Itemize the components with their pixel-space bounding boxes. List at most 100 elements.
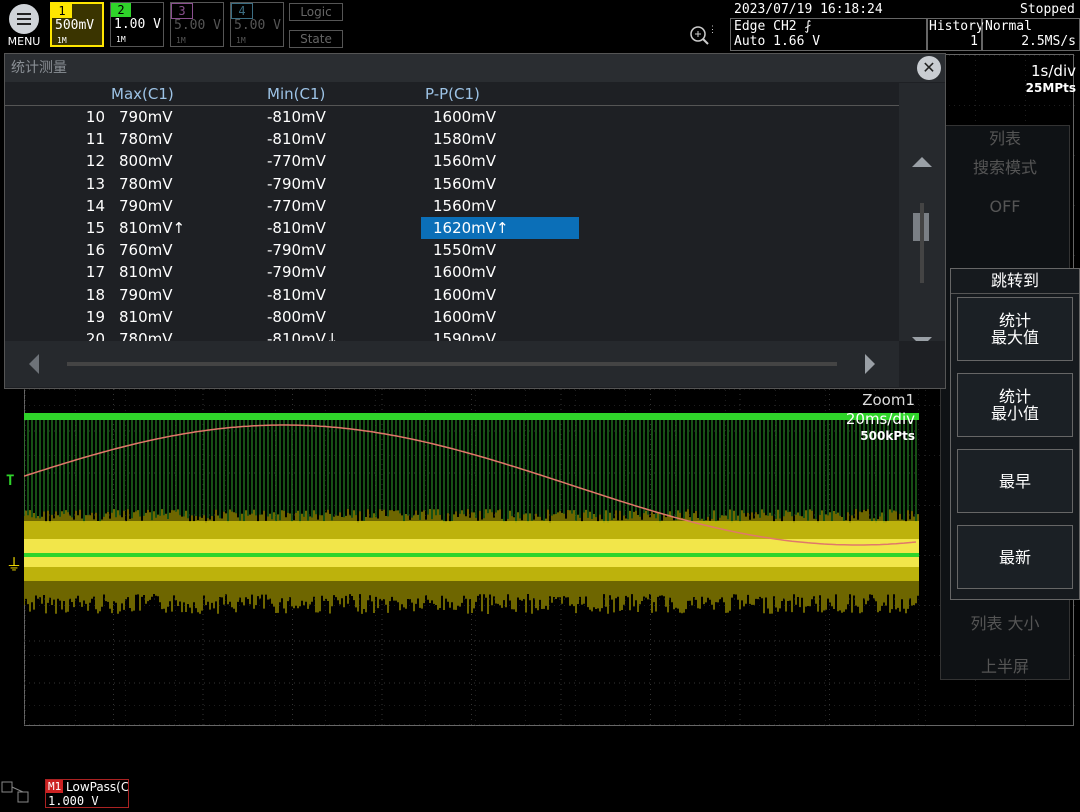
table-row[interactable]: 19 810mV -800mV 1600mV: [5, 306, 895, 328]
list-size-label[interactable]: 列表 大小: [940, 610, 1070, 634]
cell-pp: 1560mV: [433, 174, 497, 193]
cell-max: 800mV: [119, 152, 173, 171]
vertical-scrollbar[interactable]: [899, 83, 945, 347]
channel-3-scale: 5.00 V: [174, 18, 221, 33]
channel-2-baseline: [24, 553, 919, 557]
cell-min: -790mV: [267, 263, 326, 282]
trigger-level: Auto 1.66 V: [734, 34, 821, 49]
table-row[interactable]: 12 800mV -770mV 1560mV: [5, 150, 895, 172]
history-box[interactable]: History 1: [926, 18, 984, 51]
math-name: LowPass(C: [66, 780, 128, 794]
math-tag: M1: [46, 780, 64, 793]
jump-earliest-button[interactable]: 最早: [957, 449, 1073, 513]
channel-2-number: 2: [111, 3, 131, 17]
menu-icon: [9, 4, 39, 34]
cell-min: -810mV: [267, 285, 326, 304]
row-index: 12: [85, 152, 105, 171]
cell-pp: 1550mV: [433, 241, 497, 260]
table-row[interactable]: 13 780mV -790mV 1560mV: [5, 173, 895, 195]
zoom-timebase: 20ms/div: [845, 410, 915, 428]
zoom-magnifier-icon[interactable]: ⋮: [688, 22, 718, 48]
row-index: 10: [85, 108, 105, 126]
table-row[interactable]: 14 790mV -770mV 1560mV: [5, 195, 895, 217]
math-channel-button[interactable]: M1 LowPass(C 1.000 V: [45, 779, 129, 808]
cell-max: 780mV: [119, 130, 173, 149]
zoom-points: 500kPts: [860, 429, 915, 443]
menu-label: MENU: [7, 35, 41, 48]
channel-3-button[interactable]: 3 5.00 V 1M: [170, 2, 224, 47]
cell-pp: 1580mV: [433, 130, 497, 149]
timebase-scale: 1s/div: [1031, 62, 1076, 80]
menu-button[interactable]: MENU: [2, 2, 46, 48]
side-menu-list[interactable]: 列表: [940, 125, 1070, 149]
cell-max: 780mV: [119, 174, 173, 193]
channel-2-impedance: 1M: [116, 35, 126, 44]
network-icon: [0, 778, 38, 808]
acquisition-box[interactable]: Normal 2.5MS/s: [981, 18, 1080, 51]
cell-min: -810mV: [267, 130, 326, 149]
channel-4-scale: 5.00 V: [234, 18, 281, 33]
datetime: 2023/07/19 16:18:24: [734, 2, 883, 17]
row-index: 13: [85, 174, 105, 193]
cell-max: 760mV: [119, 241, 173, 260]
channel-1-trace: [24, 509, 919, 614]
cell-max: 810mV: [119, 263, 173, 282]
row-index: 18: [85, 285, 105, 304]
cell-min: -800mV: [267, 307, 326, 326]
table-row[interactable]: 10 790mV -810mV 1600mV: [5, 106, 895, 128]
jump-menu-title: 跳转到: [951, 269, 1079, 294]
trigger-box[interactable]: Edge CH2 ⨏ Auto 1.66 V: [730, 18, 928, 51]
trigger-marker[interactable]: T: [6, 473, 14, 489]
close-icon[interactable]: ✕: [917, 56, 941, 80]
column-header-min[interactable]: Min(C1): [267, 83, 325, 105]
state-button[interactable]: State: [289, 30, 343, 48]
logic-button[interactable]: Logic: [289, 3, 343, 21]
sample-rate: 2.5MS/s: [1021, 34, 1076, 49]
table-row[interactable]: 15 810mV↑ -810mV 1620mV↑: [5, 217, 895, 239]
list-size-value[interactable]: 上半屏: [940, 653, 1070, 677]
run-state: Stopped: [1020, 2, 1075, 17]
cell-max: 790mV: [119, 108, 173, 126]
ground-marker-icon[interactable]: ⏚: [6, 551, 22, 575]
channel-1-button[interactable]: 1 500mV 1M: [50, 2, 104, 47]
channel-3-impedance: 1M: [176, 36, 186, 45]
cell-pp: 1620mV↑: [433, 219, 509, 237]
cell-min: -790mV: [267, 174, 326, 193]
jump-stat-max-button[interactable]: 统计 最大值: [957, 297, 1073, 361]
row-index: 11: [85, 130, 105, 149]
cell-min: -810mV: [267, 219, 326, 237]
search-mode-value[interactable]: OFF: [940, 197, 1070, 216]
channel-1-scale: 500mV: [55, 18, 95, 33]
stats-dialog-title: 统计测量: [5, 54, 945, 82]
acquisition-mode: Normal: [985, 19, 1032, 34]
channel-4-number: 4: [231, 3, 253, 19]
column-header-max[interactable]: Max(C1): [111, 83, 174, 105]
cell-max: 810mV↑: [119, 219, 186, 237]
cell-pp: 1560mV: [433, 196, 497, 215]
table-row[interactable]: 17 810mV -790mV 1600mV: [5, 261, 895, 283]
jump-stat-min-button[interactable]: 统计 最小值: [957, 373, 1073, 437]
search-mode-label[interactable]: 搜索模式: [940, 154, 1070, 178]
channel-4-impedance: 1M: [236, 36, 246, 45]
row-index: 17: [85, 263, 105, 282]
jump-latest-button[interactable]: 最新: [957, 525, 1073, 589]
cell-min: -790mV: [267, 241, 326, 260]
math-value: 1.000 V: [48, 794, 99, 808]
table-row[interactable]: 16 760mV -790mV 1550mV: [5, 239, 895, 261]
horizontal-scrollbar[interactable]: [5, 341, 899, 387]
channel-1-impedance: 1M: [57, 36, 67, 45]
cell-min: -770mV: [267, 152, 326, 171]
channel-4-button[interactable]: 4 5.00 V 1M: [230, 2, 284, 47]
row-index: 14: [85, 196, 105, 215]
table-row[interactable]: 18 790mV -810mV 1600mV: [5, 284, 895, 306]
zoom-waveform[interactable]: [24, 389, 919, 725]
table-row[interactable]: 11 780mV -810mV 1580mV: [5, 128, 895, 150]
channel-3-number: 3: [171, 3, 193, 19]
cell-max: 810mV: [119, 307, 173, 326]
history-value: 1: [970, 34, 978, 49]
channel-2-button[interactable]: 2 1.00 V 1M: [110, 2, 164, 47]
svg-text:⋮: ⋮: [708, 25, 717, 35]
column-header-pp[interactable]: P-P(C1): [425, 83, 480, 105]
cell-max: 790mV: [119, 285, 173, 304]
channel-1-number: 1: [52, 4, 72, 18]
